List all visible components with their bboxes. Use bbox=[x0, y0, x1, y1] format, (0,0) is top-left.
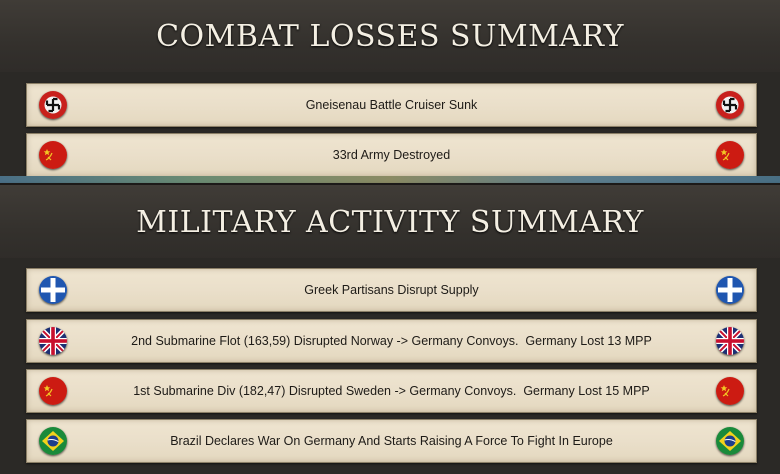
combat-loss-text: 33rd Army Destroyed bbox=[332, 148, 451, 162]
activity-row[interactable]: Greek Partisans Disrupt Supply bbox=[26, 268, 757, 312]
ussr-flag-icon bbox=[716, 141, 744, 169]
activity-text: 2nd Submarine Flot (163,59) Disrupted No… bbox=[131, 334, 652, 348]
military-activity-header: MILITARY ACTIVITY SUMMARY bbox=[0, 183, 780, 262]
combat-loss-row[interactable]: Gneisenau Battle Cruiser Sunk bbox=[26, 83, 757, 127]
activity-text: Brazil Declares War On Germany And Start… bbox=[170, 434, 613, 448]
combat-losses-header: COMBAT LOSSES SUMMARY bbox=[0, 0, 780, 74]
military-activity-list: Greek Partisans Disrupt Supply 2nd Subma… bbox=[0, 258, 780, 474]
map-background-strip bbox=[0, 176, 780, 183]
activity-text: Greek Partisans Disrupt Supply bbox=[304, 283, 479, 297]
combat-loss-row[interactable]: 33rd Army Destroyed bbox=[26, 133, 757, 177]
brazil-flag-icon bbox=[39, 427, 67, 455]
activity-row[interactable]: 1st Submarine Div (182,47) Disrupted Swe… bbox=[26, 369, 757, 413]
greece-flag-icon bbox=[716, 276, 744, 304]
ussr-flag-icon bbox=[39, 377, 67, 405]
activity-row[interactable]: Brazil Declares War On Germany And Start… bbox=[26, 419, 757, 463]
brazil-flag-icon bbox=[716, 427, 744, 455]
combat-loss-text: Gneisenau Battle Cruiser Sunk bbox=[305, 98, 478, 112]
uk-flag-icon bbox=[716, 327, 744, 355]
greece-flag-icon bbox=[39, 276, 67, 304]
military-activity-title: MILITARY ACTIVITY SUMMARY bbox=[136, 205, 644, 240]
activity-text: 1st Submarine Div (182,47) Disrupted Swe… bbox=[133, 384, 650, 398]
ussr-flag-icon bbox=[716, 377, 744, 405]
activity-row[interactable]: 2nd Submarine Flot (163,59) Disrupted No… bbox=[26, 319, 757, 363]
combat-losses-title: COMBAT LOSSES SUMMARY bbox=[156, 18, 624, 54]
combat-losses-list: Gneisenau Battle Cruiser Sunk 33rd Army … bbox=[0, 72, 780, 177]
germany-flag-icon bbox=[39, 91, 67, 119]
germany-flag-icon bbox=[716, 91, 744, 119]
ussr-flag-icon bbox=[39, 141, 67, 169]
uk-flag-icon bbox=[39, 327, 67, 355]
